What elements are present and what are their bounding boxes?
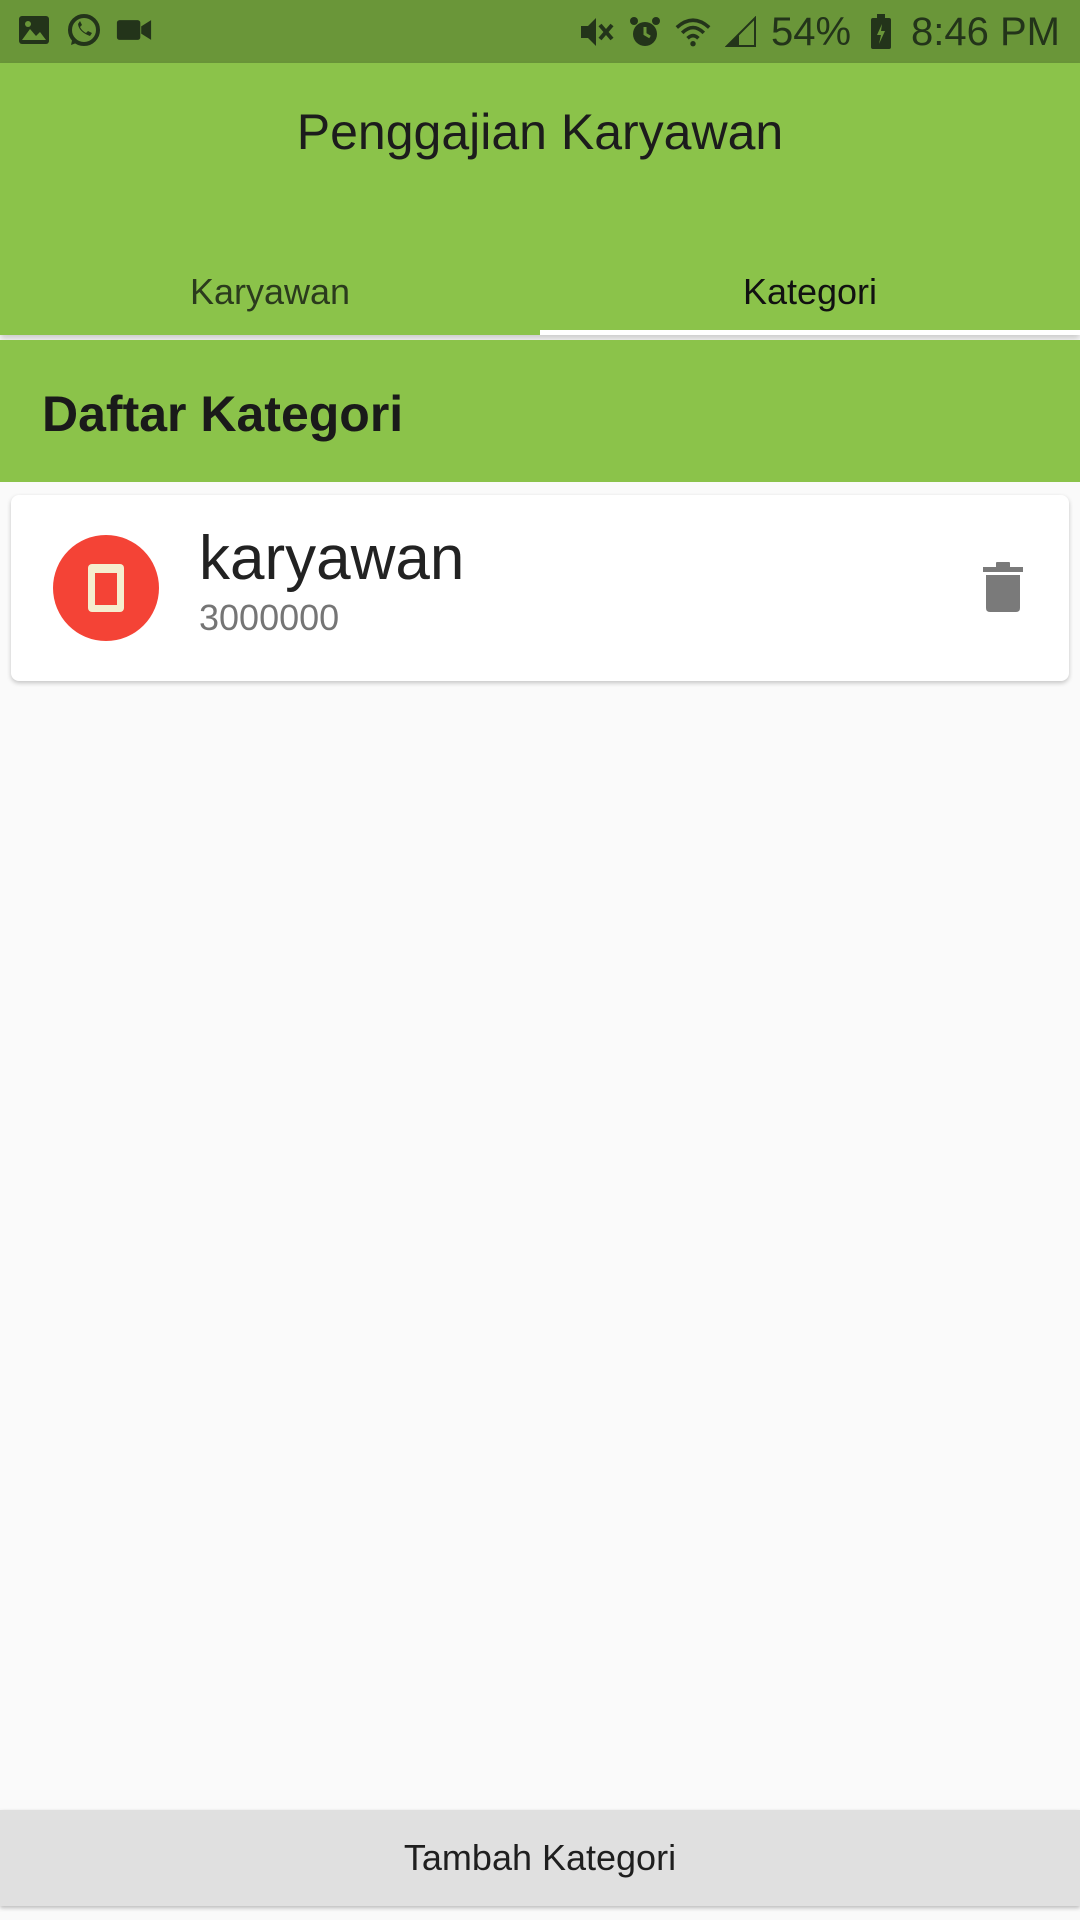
clock: 8:46 PM [911, 9, 1060, 54]
wifi-icon [675, 14, 711, 50]
whatsapp-icon [66, 12, 102, 48]
active-tab-indicator [540, 330, 1080, 335]
battery-icon [863, 14, 899, 50]
tab-kategori[interactable]: Kategori [540, 233, 1080, 335]
image-icon [16, 12, 52, 48]
trash-icon [983, 562, 1023, 612]
status-left-icons [16, 12, 152, 48]
tab-karyawan-label: Karyawan [189, 271, 351, 312]
category-name: karyawan [199, 524, 465, 593]
app-bar: Penggajian Karyawan Karyawan Kategori [0, 63, 1080, 335]
alarm-icon [627, 14, 663, 50]
battery-percent: 54% [770, 9, 852, 54]
status-right: 54% 8:46 PM [579, 6, 1060, 58]
add-category-button[interactable]: Tambah Kategori [0, 1810, 1080, 1906]
tab-kategori-label: Kategori [742, 271, 878, 312]
category-avatar [53, 535, 159, 641]
delete-button[interactable] [973, 557, 1033, 617]
list-item[interactable]: karyawan 3000000 [11, 495, 1069, 681]
tab-bar: Karyawan Kategori [0, 233, 1080, 335]
category-amount: 3000000 [199, 597, 340, 638]
card-icon [88, 564, 124, 612]
status-bar: 54% 8:46 PM [0, 0, 1080, 63]
vibrate-mute-icon [579, 14, 615, 50]
tab-karyawan[interactable]: Karyawan [0, 233, 540, 335]
section-title: Daftar Kategori [42, 386, 404, 442]
app-title: Penggajian Karyawan [296, 104, 784, 160]
section-header: Daftar Kategori [0, 340, 1080, 482]
signal-icon [723, 14, 759, 50]
video-camera-icon [116, 12, 152, 48]
